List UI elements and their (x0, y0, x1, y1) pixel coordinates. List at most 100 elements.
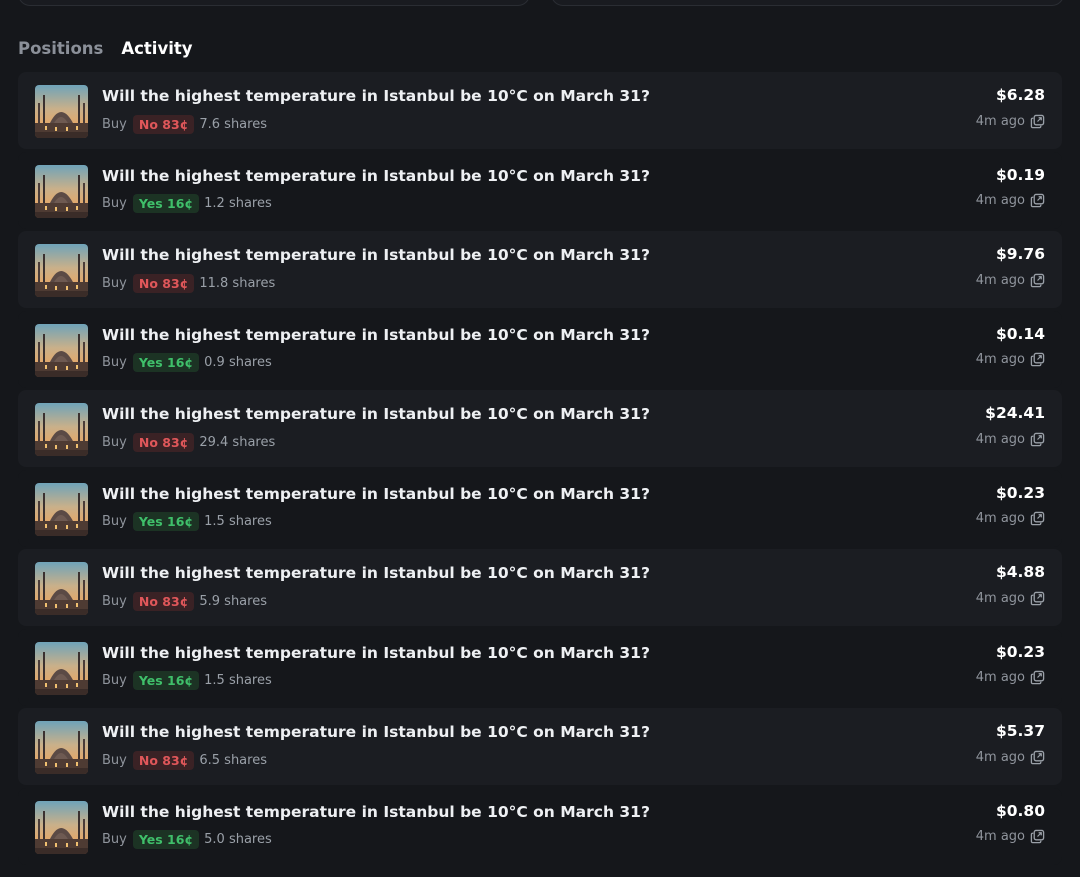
trade-amount: $6.28 (995, 86, 1045, 104)
market-thumbnail (35, 403, 88, 456)
trade-time: 4m ago (975, 590, 1025, 606)
market-thumbnail (35, 482, 88, 536)
trade-time-group: 4m ago (976, 112, 1045, 130)
market-thumbnail (35, 244, 88, 297)
market-thumbnail (35, 85, 88, 138)
trade-meta: Buy Yes 16¢ 5.0 shares (102, 830, 272, 850)
share-count: 1.2 shares (204, 196, 272, 211)
external-link-icon[interactable] (1030, 670, 1045, 685)
activity-row[interactable]: Will the highest temperature in Istanbul… (18, 469, 1062, 547)
trade-meta: Buy No 83¢ 11.8 shares (102, 273, 275, 293)
activity-row[interactable]: Will the highest temperature in Istanbul… (18, 787, 1062, 865)
trade-meta: Buy Yes 16¢ 0.9 shares (102, 353, 272, 373)
share-count: 5.0 shares (204, 832, 272, 847)
share-count: 7.6 shares (199, 116, 267, 132)
external-link-icon[interactable] (1030, 193, 1045, 208)
market-thumbnail (35, 800, 88, 854)
share-count: 5.9 shares (199, 593, 267, 609)
external-link-icon[interactable] (1030, 273, 1045, 288)
market-title[interactable]: Will the highest temperature in Istanbul… (102, 87, 650, 105)
outcome-badge: Yes 16¢ (132, 830, 200, 849)
trade-amount: $0.14 (995, 324, 1045, 343)
trade-side: Buy (102, 434, 127, 450)
trade-time: 4m ago (975, 272, 1025, 288)
tab-bar: Positions Activity (18, 36, 193, 60)
market-title[interactable]: Will the highest temperature in Istanbul… (102, 326, 650, 344)
activity-row[interactable]: Will the highest temperature in Istanbul… (18, 628, 1062, 706)
external-link-icon[interactable] (1030, 591, 1045, 606)
market-title[interactable]: Will the highest temperature in Istanbul… (102, 167, 650, 185)
market-title[interactable]: Will the highest temperature in Istanbul… (102, 723, 650, 741)
activity-row[interactable]: Will the highest temperature in Istanbul… (18, 231, 1062, 308)
trade-side: Buy (102, 673, 127, 688)
activity-row[interactable]: Will the highest temperature in Istanbul… (18, 151, 1062, 229)
summary-card-right (551, 0, 1064, 6)
market-title[interactable]: Will the highest temperature in Istanbul… (102, 246, 650, 264)
activity-row[interactable]: Will the highest temperature in Istanbul… (18, 72, 1062, 149)
trade-time-group: 4m ago (976, 192, 1045, 210)
tab-positions[interactable]: Positions (18, 39, 103, 58)
outcome-badge: No 83¢ (132, 432, 195, 452)
market-title[interactable]: Will the highest temperature in Istanbul… (102, 644, 650, 662)
trade-time-group: 4m ago (976, 589, 1045, 607)
share-count: 1.5 shares (204, 514, 272, 529)
trade-amount: $0.23 (995, 483, 1045, 502)
trade-time-group: 4m ago (976, 510, 1045, 528)
activity-list: Will the highest temperature in Istanbul… (18, 72, 1062, 867)
outcome-badge: No 83¢ (132, 273, 195, 293)
activity-row[interactable]: Will the highest temperature in Istanbul… (18, 708, 1062, 785)
market-title[interactable]: Will the highest temperature in Istanbul… (102, 564, 650, 582)
external-link-icon[interactable] (1030, 352, 1045, 367)
trade-time-group: 4m ago (976, 828, 1045, 846)
trade-meta: Buy Yes 16¢ 1.5 shares (102, 671, 272, 691)
trade-time-group: 4m ago (976, 669, 1045, 687)
external-link-icon[interactable] (1030, 750, 1045, 765)
trade-meta: Buy No 83¢ 5.9 shares (102, 591, 267, 611)
market-title[interactable]: Will the highest temperature in Istanbul… (102, 405, 650, 423)
market-thumbnail (35, 164, 88, 218)
share-count: 29.4 shares (199, 434, 276, 450)
outcome-badge: Yes 16¢ (132, 194, 200, 213)
market-thumbnail (35, 641, 88, 695)
share-count: 6.5 shares (199, 752, 267, 768)
market-thumbnail (35, 562, 88, 615)
external-link-icon[interactable] (1030, 829, 1045, 844)
trade-time: 4m ago (975, 431, 1025, 447)
trade-time: 4m ago (975, 749, 1025, 765)
outcome-badge: No 83¢ (132, 591, 195, 611)
trade-time-group: 4m ago (976, 271, 1045, 289)
trade-side: Buy (102, 116, 127, 132)
market-title[interactable]: Will the highest temperature in Istanbul… (102, 803, 650, 821)
trade-amount: $9.76 (995, 245, 1045, 263)
trade-time-group: 4m ago (976, 748, 1045, 766)
external-link-icon[interactable] (1030, 114, 1045, 129)
trade-side: Buy (102, 832, 127, 847)
trade-meta: Buy No 83¢ 29.4 shares (102, 432, 275, 452)
trade-time: 4m ago (975, 511, 1025, 526)
external-link-icon[interactable] (1030, 432, 1045, 447)
trade-time: 4m ago (975, 113, 1025, 129)
activity-row[interactable]: Will the highest temperature in Istanbul… (18, 390, 1062, 467)
trade-amount: $0.23 (995, 642, 1045, 661)
outcome-badge: No 83¢ (132, 114, 195, 134)
trade-meta: Buy No 83¢ 6.5 shares (102, 750, 267, 770)
trade-amount: $5.37 (995, 722, 1045, 740)
trade-meta: Buy Yes 16¢ 1.2 shares (102, 194, 272, 214)
trade-side: Buy (102, 752, 127, 768)
trade-amount: $0.19 (995, 165, 1045, 184)
summary-card-left (18, 0, 530, 6)
trade-time-group: 4m ago (976, 430, 1045, 448)
market-title[interactable]: Will the highest temperature in Istanbul… (102, 485, 650, 503)
outcome-badge: No 83¢ (132, 750, 195, 770)
trade-side: Buy (102, 514, 127, 529)
trade-side: Buy (102, 196, 127, 211)
trade-side: Buy (102, 275, 127, 291)
activity-row[interactable]: Will the highest temperature in Istanbul… (18, 549, 1062, 626)
trade-amount: $0.80 (995, 801, 1045, 820)
trade-amount: $24.41 (985, 404, 1045, 422)
activity-row[interactable]: Will the highest temperature in Istanbul… (18, 310, 1062, 388)
market-thumbnail (35, 323, 88, 377)
tab-activity[interactable]: Activity (121, 39, 192, 58)
external-link-icon[interactable] (1030, 511, 1045, 526)
top-cards (18, 0, 1064, 6)
